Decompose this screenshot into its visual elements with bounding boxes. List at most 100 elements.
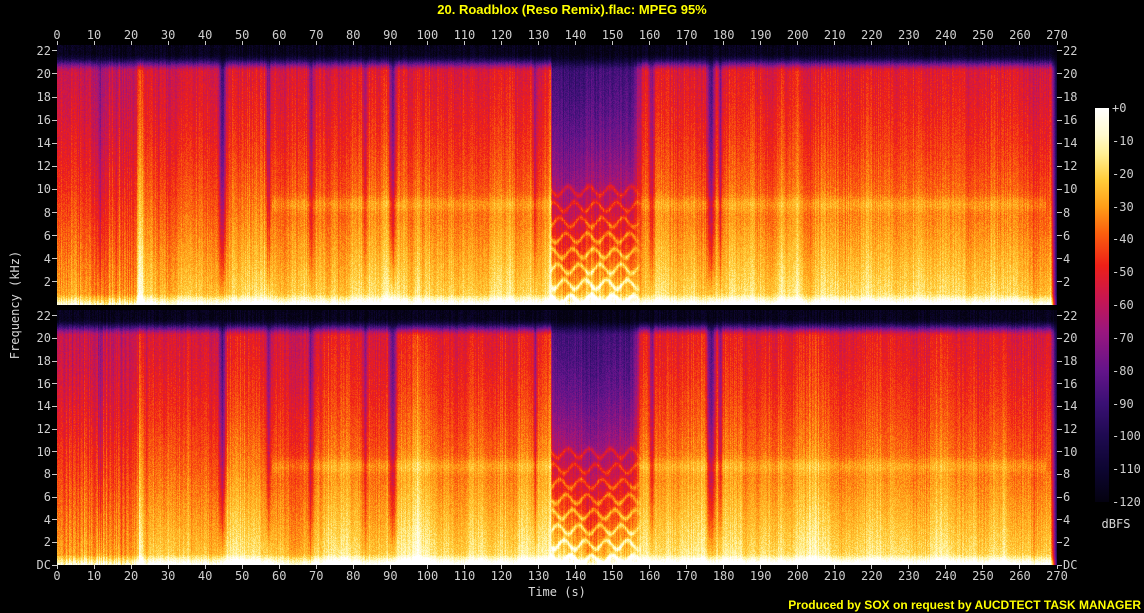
- y-tick-mark: [52, 212, 57, 213]
- x-tick-label: 150: [593, 569, 633, 583]
- colorbar-tick-label: -100: [1112, 429, 1144, 443]
- x-tick-mark: [686, 565, 687, 569]
- x-tick-mark: [760, 565, 761, 569]
- y-tick-mark: [52, 143, 57, 144]
- x-tick-label: 190: [741, 569, 781, 583]
- x-tick-mark: [908, 565, 909, 569]
- x-tick-label: 20: [111, 569, 151, 583]
- y-tick-mark: [1057, 97, 1062, 98]
- y-tick-label: 8: [0, 467, 51, 481]
- x-tick-mark: [168, 565, 169, 569]
- x-tick-mark: [427, 565, 428, 569]
- x-tick-label: 70: [296, 569, 336, 583]
- y-tick-mark: [52, 189, 57, 190]
- y-tick-label: 20: [1063, 67, 1103, 81]
- colorbar-title: dBFS: [1094, 517, 1138, 531]
- x-tick-mark: [390, 565, 391, 569]
- y-tick-mark: [1057, 258, 1062, 259]
- y-tick-mark: [52, 361, 57, 362]
- x-tick-label: 50: [222, 569, 262, 583]
- x-tick-label: 110: [444, 28, 484, 42]
- x-tick-label: 180: [704, 28, 744, 42]
- x-tick-mark: [834, 565, 835, 569]
- y-tick-mark: [52, 383, 57, 384]
- x-tick-label: 100: [407, 569, 447, 583]
- x-tick-mark: [94, 565, 95, 569]
- y-tick-mark: [52, 315, 57, 316]
- colorbar-tick-label: -60: [1112, 298, 1144, 312]
- y-tick-label: 6: [0, 490, 51, 504]
- y-tick-mark: [1057, 73, 1062, 74]
- y-tick-mark: [1057, 361, 1062, 362]
- y-tick-mark: [1057, 50, 1062, 51]
- x-tick-label: 60: [259, 569, 299, 583]
- x-tick-label: 30: [148, 569, 188, 583]
- y-tick-mark: [52, 542, 57, 543]
- y-tick-label: 18: [0, 354, 51, 368]
- x-tick-label: 230: [889, 569, 929, 583]
- y-tick-label: 20: [0, 331, 51, 345]
- x-tick-label: 50: [222, 28, 262, 42]
- x-tick-mark: [945, 565, 946, 569]
- y-tick-mark: [1057, 565, 1062, 566]
- x-tick-label: 250: [963, 569, 1003, 583]
- x-tick-label: 210: [815, 28, 855, 42]
- x-tick-label: 90: [370, 28, 410, 42]
- x-tick-mark: [242, 565, 243, 569]
- x-tick-label: 250: [963, 28, 1003, 42]
- colorbar-gradient: [1095, 108, 1109, 502]
- colorbar-tick-label: +0: [1112, 101, 1144, 115]
- x-tick-label: 220: [852, 569, 892, 583]
- y-tick-label: 16: [0, 377, 51, 391]
- x-tick-label: 150: [593, 28, 633, 42]
- y-tick-mark: [52, 338, 57, 339]
- x-tick-mark: [279, 565, 280, 569]
- x-tick-label: 80: [333, 569, 373, 583]
- x-tick-mark: [871, 565, 872, 569]
- colorbar-tick-label: -50: [1112, 265, 1144, 279]
- x-tick-label: 40: [185, 569, 225, 583]
- y-tick-mark: [1057, 451, 1062, 452]
- x-tick-mark: [649, 565, 650, 569]
- colorbar-tick-label: -10: [1112, 134, 1144, 148]
- x-tick-mark: [205, 565, 206, 569]
- x-tick-label: 240: [926, 569, 966, 583]
- y-tick-label: 6: [0, 229, 51, 243]
- y-tick-label: 2: [0, 535, 51, 549]
- y-tick-label: 2: [1063, 535, 1103, 549]
- y-tick-label: 22: [0, 44, 51, 58]
- y-tick-mark: [1057, 474, 1062, 475]
- x-tick-label: 200: [778, 28, 818, 42]
- y-tick-mark: [52, 406, 57, 407]
- y-tick-mark: [52, 281, 57, 282]
- x-tick-label: 260: [1000, 569, 1040, 583]
- y-tick-mark: [1057, 429, 1062, 430]
- x-tick-mark: [612, 565, 613, 569]
- x-tick-mark: [57, 565, 58, 569]
- y-tick-mark: [52, 258, 57, 259]
- x-tick-label: 80: [333, 28, 373, 42]
- x-tick-mark: [538, 565, 539, 569]
- x-tick-label: 120: [481, 569, 521, 583]
- x-tick-label: 100: [407, 28, 447, 42]
- y-tick-label: 4: [0, 252, 51, 266]
- colorbar-tick-label: -40: [1112, 232, 1144, 246]
- x-tick-label: 190: [741, 28, 781, 42]
- x-tick-label: 30: [148, 28, 188, 42]
- x-tick-label: 20: [111, 28, 151, 42]
- x-tick-label: 270: [1037, 28, 1077, 42]
- y-tick-label: 14: [0, 136, 51, 150]
- x-tick-label: 160: [630, 569, 670, 583]
- y-tick-mark: [52, 519, 57, 520]
- y-tick-mark: [52, 497, 57, 498]
- y-tick-label: 22: [0, 309, 51, 323]
- x-tick-label: 140: [556, 28, 596, 42]
- y-tick-mark: [1057, 406, 1062, 407]
- x-tick-mark: [723, 565, 724, 569]
- spectrogram-right-channel: [57, 310, 1057, 565]
- x-tick-label: 220: [852, 28, 892, 42]
- y-tick-label: 12: [0, 159, 51, 173]
- x-tick-label: 200: [778, 569, 818, 583]
- y-tick-mark: [1057, 383, 1062, 384]
- x-tick-label: 210: [815, 569, 855, 583]
